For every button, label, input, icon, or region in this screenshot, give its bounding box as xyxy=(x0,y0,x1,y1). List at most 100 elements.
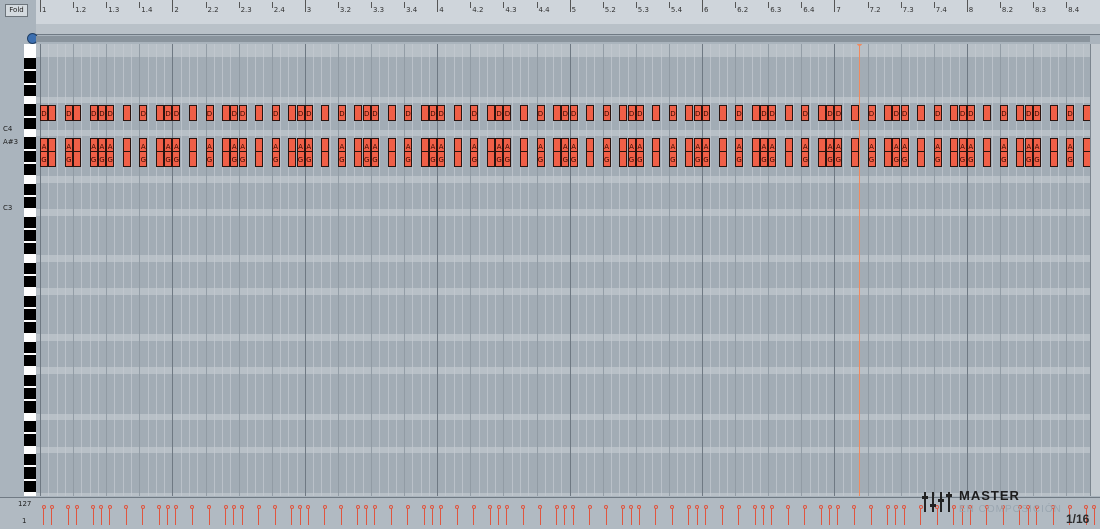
velocity-stem[interactable] xyxy=(622,507,624,525)
velocity-handle[interactable] xyxy=(902,505,907,509)
velocity-stem[interactable] xyxy=(109,507,111,525)
velocity-stem[interactable] xyxy=(440,507,442,525)
midi-note-d[interactable]: D xyxy=(668,105,677,121)
midi-note-g[interactable] xyxy=(652,151,661,168)
midi-note-g[interactable]: G xyxy=(97,151,106,168)
timeline-ruler[interactable]: 1 1.2 1.3 1.4 2 2.2 2.3 2.4 3 3.2 3.3 3.4 4 4.2 4.3 4.4… xyxy=(36,0,1100,25)
midi-note-g[interactable] xyxy=(619,151,628,168)
midi-note-d[interactable] xyxy=(73,105,82,121)
midi-note-g[interactable]: G xyxy=(230,151,239,168)
midi-note-d[interactable]: D xyxy=(900,105,909,121)
midi-note-g[interactable] xyxy=(48,151,57,168)
midi-note-g[interactable]: G xyxy=(801,151,810,168)
midi-note-g[interactable] xyxy=(420,151,429,168)
velocity-stem[interactable] xyxy=(158,507,160,525)
midi-note-g[interactable] xyxy=(486,151,495,168)
midi-note-d[interactable]: D xyxy=(834,105,843,121)
midi-note-g[interactable]: G xyxy=(362,151,371,168)
velocity-handle[interactable] xyxy=(364,505,369,509)
midi-note-d[interactable]: D xyxy=(97,105,106,121)
midi-note-d[interactable]: D xyxy=(503,105,512,121)
velocity-stem[interactable] xyxy=(92,507,94,525)
black-key[interactable] xyxy=(24,137,36,149)
velocity-stem[interactable] xyxy=(837,507,839,525)
note-grid[interactable]: DDDDDDDDDDDDDDDDDDDDDDDDDDDDDDDDDDDDDDDD… xyxy=(36,44,1090,496)
velocity-stem[interactable] xyxy=(605,507,607,525)
velocity-stem[interactable] xyxy=(688,507,690,525)
black-key[interactable] xyxy=(24,434,36,446)
velocity-handle[interactable] xyxy=(190,505,195,509)
velocity-handle[interactable] xyxy=(240,505,245,509)
midi-note-d[interactable] xyxy=(751,105,760,121)
velocity-stem[interactable] xyxy=(76,507,78,525)
velocity-handle[interactable] xyxy=(637,505,642,509)
midi-note-d[interactable]: D xyxy=(768,105,777,121)
velocity-stem[interactable] xyxy=(431,507,433,525)
velocity-handle[interactable] xyxy=(173,505,178,509)
midi-note-d[interactable]: D xyxy=(362,105,371,121)
midi-note-d[interactable] xyxy=(917,105,926,121)
midi-note-d[interactable]: D xyxy=(867,105,876,121)
black-key[interactable] xyxy=(24,117,36,129)
clip-region-strip[interactable] xyxy=(36,36,1090,42)
black-key[interactable] xyxy=(24,150,36,162)
velocity-stem[interactable] xyxy=(721,507,723,525)
velocity-handle[interactable] xyxy=(430,505,435,509)
midi-note-g[interactable] xyxy=(917,151,926,168)
velocity-stem[interactable] xyxy=(762,507,764,525)
velocity-handle[interactable] xyxy=(753,505,758,509)
midi-note-d[interactable]: D xyxy=(271,105,280,121)
velocity-stem[interactable] xyxy=(225,507,227,525)
velocity-handle[interactable] xyxy=(165,505,170,509)
velocity-stem[interactable] xyxy=(473,507,475,525)
midi-note-d[interactable]: D xyxy=(693,105,702,121)
midi-note-d[interactable] xyxy=(553,105,562,121)
midi-note-d[interactable]: D xyxy=(40,105,48,121)
velocity-stem[interactable] xyxy=(804,507,806,525)
midi-note-g[interactable]: G xyxy=(1033,151,1041,168)
midi-note-d[interactable] xyxy=(255,105,264,121)
velocity-handle[interactable] xyxy=(670,505,675,509)
midi-note-g[interactable]: G xyxy=(536,151,545,168)
velocity-handle[interactable] xyxy=(99,505,104,509)
midi-note-d[interactable] xyxy=(784,105,793,121)
black-key[interactable] xyxy=(24,355,36,367)
midi-note-d[interactable] xyxy=(155,105,164,121)
velocity-stem[interactable] xyxy=(299,507,301,525)
velocity-stem[interactable] xyxy=(771,507,773,525)
midi-note-g[interactable]: G xyxy=(702,151,710,168)
midi-note-g[interactable]: G xyxy=(635,151,644,168)
velocity-stem[interactable] xyxy=(638,507,640,525)
midi-note-g[interactable] xyxy=(685,151,694,168)
loop-brace-bar[interactable] xyxy=(36,24,1100,35)
velocity-handle[interactable] xyxy=(298,505,303,509)
midi-note-g[interactable]: G xyxy=(627,151,636,168)
midi-note-g[interactable]: G xyxy=(668,151,677,168)
velocity-stem[interactable] xyxy=(191,507,193,525)
midi-note-g[interactable]: G xyxy=(867,151,876,168)
velocity-handle[interactable] xyxy=(604,505,609,509)
midi-note-g[interactable] xyxy=(519,151,528,168)
velocity-stem[interactable] xyxy=(506,507,508,525)
velocity-stem[interactable] xyxy=(870,507,872,525)
velocity-handle[interactable] xyxy=(231,505,236,509)
velocity-handle[interactable] xyxy=(422,505,427,509)
velocity-stem[interactable] xyxy=(655,507,657,525)
velocity-handle[interactable] xyxy=(620,505,625,509)
midi-note-d[interactable] xyxy=(188,105,197,121)
velocity-stem[interactable] xyxy=(423,507,425,525)
velocity-stem[interactable] xyxy=(630,507,632,525)
midi-note-d[interactable]: D xyxy=(495,105,504,121)
midi-note-g[interactable]: G xyxy=(1066,151,1075,168)
velocity-handle[interactable] xyxy=(405,505,410,509)
velocity-handle[interactable] xyxy=(66,505,71,509)
midi-note-d[interactable] xyxy=(1016,105,1025,121)
velocity-stem[interactable] xyxy=(705,507,706,525)
midi-note-d[interactable] xyxy=(222,105,231,121)
velocity-stem[interactable] xyxy=(696,507,698,525)
velocity-stem[interactable] xyxy=(671,507,673,525)
velocity-handle[interactable] xyxy=(471,505,476,509)
velocity-handle[interactable] xyxy=(761,505,766,509)
velocity-handle[interactable] xyxy=(686,505,691,509)
midi-note-d[interactable]: D xyxy=(106,105,115,121)
